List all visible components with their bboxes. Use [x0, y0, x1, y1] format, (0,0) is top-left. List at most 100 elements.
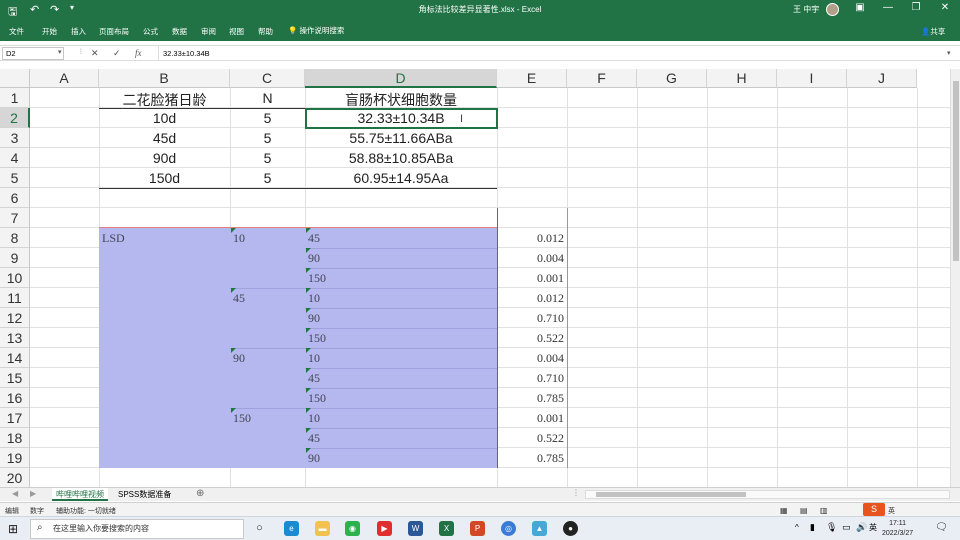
- volume-icon[interactable]: 🔊: [856, 522, 867, 533]
- lsd-pvalue[interactable]: 0.004: [497, 251, 567, 266]
- tell-me-search[interactable]: 💡 操作说明搜索: [288, 25, 344, 36]
- lsd-pvalue[interactable]: 0.012: [497, 231, 567, 246]
- row-header-6[interactable]: 6: [0, 188, 30, 208]
- file-explorer-icon[interactable]: ▬: [315, 521, 330, 536]
- column-header-b[interactable]: B: [99, 69, 230, 88]
- column-header-g[interactable]: G: [637, 69, 707, 88]
- table1-n-cell[interactable]: 5: [230, 130, 305, 146]
- table1-n-cell[interactable]: 5: [230, 150, 305, 166]
- formula-input[interactable]: 32.33±10.34B: [158, 46, 953, 61]
- ime-tray-icon[interactable]: 英: [869, 522, 877, 533]
- photos-icon[interactable]: ▲: [532, 521, 547, 536]
- share-button[interactable]: 👤共享: [921, 26, 945, 37]
- row-header-3[interactable]: 3: [0, 128, 30, 148]
- close-icon[interactable]: ✕: [937, 2, 953, 13]
- sheet-tab-active[interactable]: 哔哩哔哩视频: [52, 488, 108, 501]
- app-red-icon[interactable]: ▶: [377, 521, 392, 536]
- tab-page-layout[interactable]: 页面布局: [99, 26, 129, 37]
- ribbon-display-icon[interactable]: ▣: [852, 2, 868, 13]
- row-header-10[interactable]: 10: [0, 268, 30, 288]
- page-break-icon[interactable]: ▥: [820, 506, 828, 515]
- row-header-8[interactable]: 8: [0, 228, 30, 248]
- lsd-comparison[interactable]: 150: [308, 331, 326, 346]
- lsd-group[interactable]: 10: [233, 231, 245, 246]
- tray-app-icon[interactable]: ▮: [810, 522, 815, 533]
- select-all-corner[interactable]: [0, 69, 30, 88]
- row-header-12[interactable]: 12: [0, 308, 30, 328]
- lsd-label[interactable]: LSD: [102, 231, 125, 246]
- column-header-f[interactable]: F: [567, 69, 637, 88]
- row-header-11[interactable]: 11: [0, 288, 30, 308]
- next-sheet-icon[interactable]: ▶: [30, 489, 36, 498]
- table1-age-cell[interactable]: 90d: [99, 150, 230, 166]
- lsd-comparison[interactable]: 10: [308, 351, 320, 366]
- lsd-pvalue[interactable]: 0.004: [497, 351, 567, 366]
- lsd-group[interactable]: 90: [233, 351, 245, 366]
- row-header-7[interactable]: 7: [0, 208, 30, 228]
- lsd-pvalue[interactable]: 0.710: [497, 371, 567, 386]
- table1-count-cell[interactable]: 60.95±14.95Aa: [305, 170, 497, 186]
- taskbar-clock[interactable]: 17:11 2022/3/27: [882, 519, 913, 539]
- expand-formula-icon[interactable]: ▾: [947, 49, 951, 57]
- column-header-j[interactable]: J: [847, 69, 917, 88]
- row-header-5[interactable]: 5: [0, 168, 30, 188]
- sheet-tab[interactable]: SPSS数据准备: [114, 488, 175, 501]
- table1-age-cell[interactable]: 10d: [99, 110, 230, 126]
- prev-sheet-icon[interactable]: ◀: [12, 489, 18, 498]
- lsd-group[interactable]: 45: [233, 291, 245, 306]
- lsd-pvalue[interactable]: 0.001: [497, 271, 567, 286]
- row-header-18[interactable]: 18: [0, 428, 30, 448]
- row-header-16[interactable]: 16: [0, 388, 30, 408]
- tab-view[interactable]: 视图: [229, 26, 244, 37]
- lsd-comparison[interactable]: 10: [308, 411, 320, 426]
- row-header-15[interactable]: 15: [0, 368, 30, 388]
- accessibility-status[interactable]: 辅助功能: 一切就绪: [56, 506, 116, 516]
- lsd-comparison[interactable]: 10: [308, 291, 320, 306]
- lsd-pvalue[interactable]: 0.012: [497, 291, 567, 306]
- lsd-group[interactable]: 150: [233, 411, 251, 426]
- lsd-pvalue[interactable]: 0.522: [497, 331, 567, 346]
- lsd-comparison[interactable]: 90: [308, 451, 320, 466]
- lsd-comparison[interactable]: 45: [308, 231, 320, 246]
- row-header-9[interactable]: 9: [0, 248, 30, 268]
- row-header-14[interactable]: 14: [0, 348, 30, 368]
- lsd-comparison[interactable]: 90: [308, 311, 320, 326]
- lsd-comparison[interactable]: 150: [308, 271, 326, 286]
- word-icon[interactable]: W: [408, 521, 423, 536]
- column-header-h[interactable]: H: [707, 69, 777, 88]
- lsd-comparison[interactable]: 150: [308, 391, 326, 406]
- microphone-icon[interactable]: 🎙: [826, 522, 837, 533]
- table1-n-cell[interactable]: 5: [230, 170, 305, 186]
- lsd-pvalue[interactable]: 0.785: [497, 451, 567, 466]
- lsd-comparison[interactable]: 90: [308, 251, 320, 266]
- horizontal-scrollbar[interactable]: [585, 490, 950, 499]
- page-layout-icon[interactable]: ▤: [800, 506, 808, 515]
- add-sheet-icon[interactable]: ⊕: [196, 488, 204, 499]
- tray-chevron-icon[interactable]: ^: [795, 523, 799, 532]
- browser-icon[interactable]: ◎: [501, 521, 516, 536]
- row-header-2[interactable]: 2: [0, 108, 30, 128]
- wechat-icon[interactable]: ◉: [345, 521, 360, 536]
- name-box-dropdown-icon[interactable]: ▾: [58, 48, 62, 56]
- scroll-thumb[interactable]: [953, 81, 959, 261]
- windows-start-icon[interactable]: ⊞: [8, 522, 18, 536]
- tab-home[interactable]: 开始: [42, 26, 57, 37]
- user-name[interactable]: 王 中宇: [793, 4, 819, 15]
- tab-data[interactable]: 数据: [172, 26, 187, 37]
- powerpoint-icon[interactable]: P: [470, 521, 485, 536]
- lsd-pvalue[interactable]: 0.522: [497, 431, 567, 446]
- table1-count-cell[interactable]: 58.88±10.85ABa: [305, 150, 497, 166]
- column-header-d[interactable]: D: [305, 69, 497, 88]
- tab-help[interactable]: 帮助: [258, 26, 273, 37]
- tab-file[interactable]: 文件: [9, 26, 24, 37]
- lsd-comparison[interactable]: 45: [308, 431, 320, 446]
- name-box[interactable]: D2: [2, 47, 64, 60]
- table1-count-cell[interactable]: 55.75±11.66ABa: [305, 130, 497, 146]
- table1-age-cell[interactable]: 45d: [99, 130, 230, 146]
- row-header-4[interactable]: 4: [0, 148, 30, 168]
- ime-language[interactable]: 英: [888, 506, 895, 516]
- lsd-pvalue[interactable]: 0.785: [497, 391, 567, 406]
- ime-logo-icon[interactable]: S: [863, 503, 885, 516]
- column-header-e[interactable]: E: [497, 69, 567, 88]
- tab-insert[interactable]: 插入: [71, 26, 86, 37]
